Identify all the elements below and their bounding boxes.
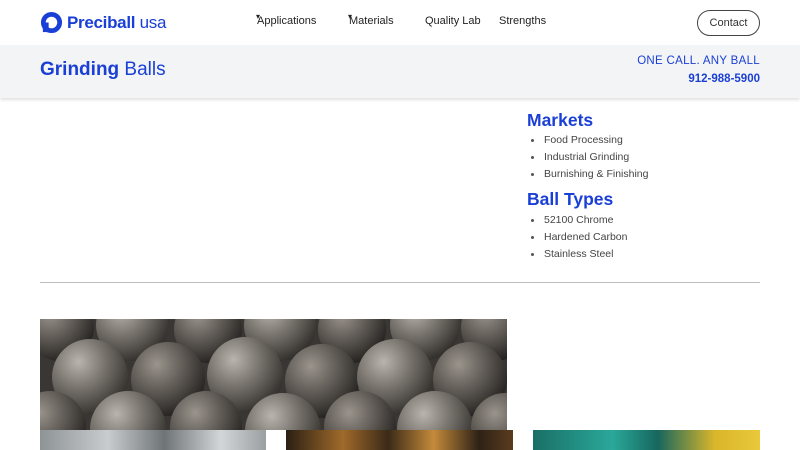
markets-heading: Markets [527,110,594,130]
nav-item-strengths[interactable]: Strengths [499,15,546,27]
grinding-balls-illustration [40,319,507,430]
page-title-bold: Grinding [40,59,120,80]
nav-label: Applications [257,15,317,27]
site-header: Preciball usa ▾ Applications ▾ Materials… [0,0,800,45]
tagline: ONE CALL. ANY BALL [637,55,760,67]
nav-label: Quality Lab [425,15,481,27]
nav-label: Materials [349,15,394,27]
list-item: Food Processing [531,132,648,149]
nav-item-materials[interactable]: ▾ Materials [348,12,394,27]
nav-item-applications[interactable]: ▾ Applications [256,12,317,27]
ball-types-heading: Ball Types [527,189,614,209]
dropdown-caret-icon: ▾ [256,12,261,21]
brand-logo[interactable]: Preciball usa [40,11,166,34]
title-band: Grinding Balls ONE CALL. ANY BALL 912-98… [0,45,800,98]
list-item: Industrial Grinding [531,149,648,166]
list-item: 52100 Chrome [531,212,627,229]
markets-list: Food Processing Industrial Grinding Burn… [531,132,648,183]
ball-types-list: 52100 Chrome Hardened Carbon Stainless S… [531,212,627,263]
brand-name: Preciball usa [67,13,166,33]
list-item: Hardened Carbon [531,229,627,246]
grinding-balls-image [40,319,507,430]
nav-item-quality-lab[interactable]: Quality Lab [425,15,481,27]
industrial-grinding-thumbnail [40,430,266,450]
section-divider [40,282,760,283]
phone-link[interactable]: 912-988-5900 [688,73,760,85]
page-title-light: Balls [119,59,166,80]
nav-label: Strengths [499,15,547,27]
preciball-logo-icon [40,11,63,34]
machinery-thumbnail [533,430,760,450]
page-title: Grinding Balls [40,59,166,81]
brand-name-main: Preciball [67,12,136,32]
dropdown-caret-icon: ▾ [348,12,353,21]
contact-button[interactable]: Contact [697,10,760,36]
list-item: Stainless Steel [531,246,627,263]
list-item: Burnishing & Finishing [531,166,648,183]
brand-name-suffix: usa [135,12,167,32]
burnishing-thumbnail [286,430,513,450]
